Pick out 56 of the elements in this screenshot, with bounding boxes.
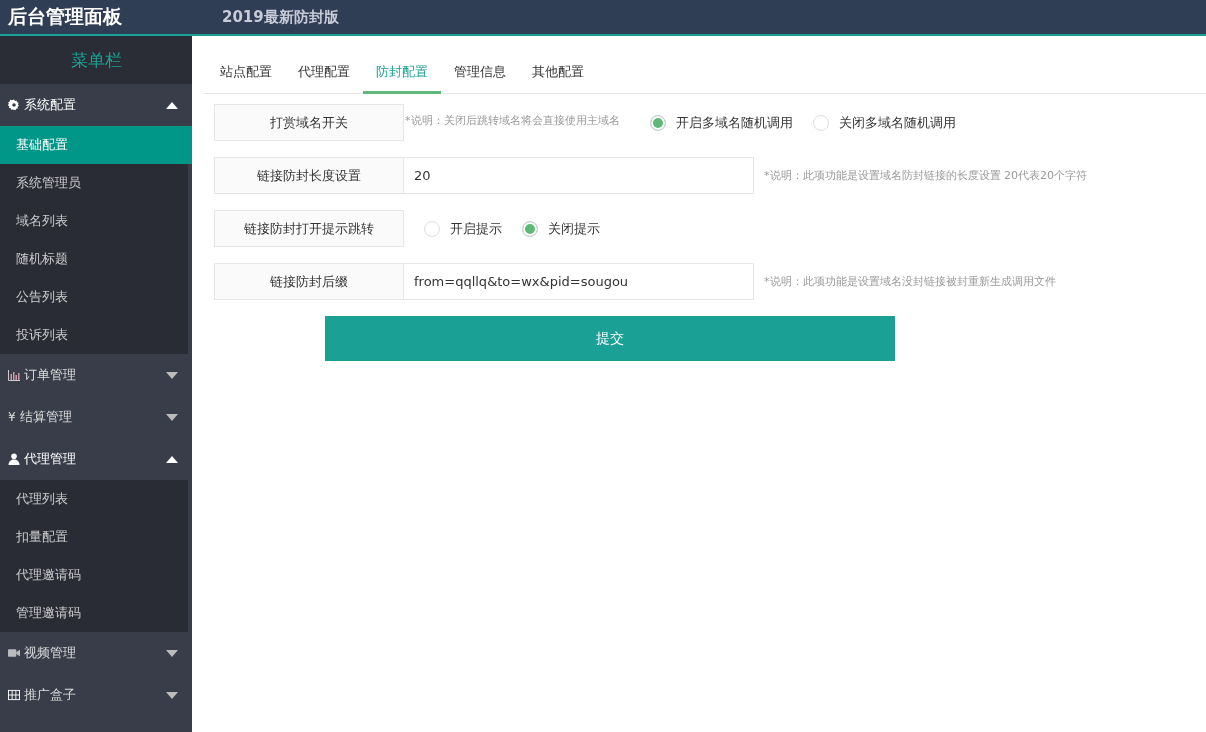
app-title: 后台管理面板 [8, 4, 122, 29]
menu-item[interactable]: 代理列表 [0, 480, 188, 518]
radio-option[interactable]: 关闭多域名随机调用 [812, 113, 956, 132]
tab[interactable]: 其他配置 [519, 54, 597, 94]
gear-icon [8, 99, 20, 111]
field-label: 打赏域名开关 [214, 104, 404, 141]
menu-group-label: 订单管理 [24, 366, 77, 384]
menu-group[interactable]: 订单管理 [0, 354, 192, 396]
help-note: *说明：关闭后跳转域名将会直接使用主域名 [405, 113, 620, 128]
tab[interactable]: 代理配置 [285, 54, 363, 94]
menu-item[interactable]: 投诉列表 [0, 316, 188, 354]
caret-down-icon [166, 691, 178, 699]
caret-down-icon [166, 371, 178, 379]
menu-item[interactable]: 代理邀请码 [0, 556, 188, 594]
menu-group-label: 代理管理 [24, 450, 77, 468]
menu-item[interactable]: 域名列表 [0, 202, 188, 240]
caret-up-icon [166, 455, 178, 463]
radio-option[interactable]: 开启多域名随机调用 [649, 113, 793, 132]
menu-group-label: 结算管理 [19, 408, 73, 426]
menu-item[interactable]: 公告列表 [0, 278, 188, 316]
field-label: 链接防封长度设置 [214, 157, 404, 194]
radio-option[interactable]: 开启提示 [424, 219, 502, 238]
menu-group-label: 系统配置 [24, 96, 77, 114]
menu-item[interactable]: 管理邀请码 [0, 594, 188, 632]
tab[interactable]: 管理信息 [441, 54, 519, 94]
menu-item[interactable]: 基础配置 [0, 126, 192, 164]
menu-item[interactable]: 随机标题 [0, 240, 188, 278]
caret-down-icon [166, 413, 178, 421]
menu-group-label: 视频管理 [24, 644, 77, 662]
menu-item[interactable]: 扣量配置 [0, 518, 188, 556]
menu-group[interactable]: 视频管理 [0, 632, 192, 674]
caret-down-icon [166, 649, 178, 657]
menu-group[interactable]: 推广盒子 [0, 674, 192, 716]
yen-icon: ¥ [8, 410, 16, 424]
menu-group[interactable]: 系统配置 [0, 84, 192, 126]
menu-group[interactable]: 代理管理 [0, 438, 192, 480]
menu-group-label: 推广盒子 [24, 686, 77, 704]
input-field[interactable]: from=qqllq&to=wx&pid=sougou [404, 263, 754, 300]
help-note: *说明：此项功能是设置域名防封链接的长度设置 20代表20个字符 [764, 168, 1087, 183]
field-label: 链接防封后缀 [214, 263, 404, 300]
app-subtitle: 2019最新防封版 [222, 7, 339, 27]
field-label: 链接防封打开提示跳转 [214, 210, 404, 247]
user-icon [8, 453, 20, 465]
sidebar-title: 菜单栏 [70, 48, 122, 72]
menu-group[interactable]: ¥ 结算管理 [0, 396, 192, 438]
video-camera-icon [8, 647, 20, 659]
radio-circle[interactable] [522, 220, 538, 237]
input-field[interactable]: 20 [404, 157, 754, 194]
caret-up-icon [166, 101, 178, 109]
radio-circle[interactable] [649, 114, 666, 131]
grid-icon [8, 689, 20, 701]
menu-item[interactable]: 系统管理员 [0, 164, 188, 202]
tab[interactable]: 站点配置 [207, 54, 285, 94]
bar-chart-icon [8, 369, 20, 381]
help-note: *说明：此项功能是设置域名没封链接被封重新生成调用文件 [764, 274, 1056, 289]
radio-option[interactable]: 关闭提示 [522, 219, 600, 238]
